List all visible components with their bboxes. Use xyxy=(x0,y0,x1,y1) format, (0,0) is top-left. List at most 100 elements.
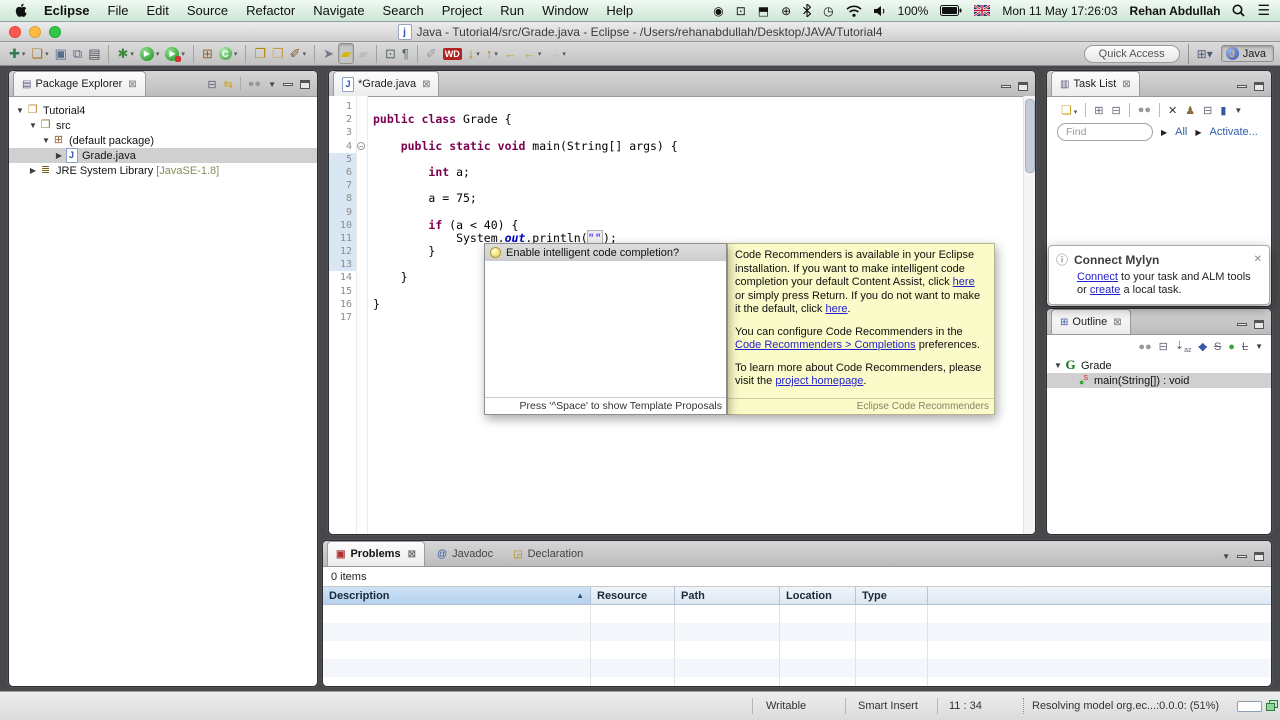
link-code-recommenders-completions[interactable]: Code Recommenders > Completions xyxy=(735,339,916,351)
editor-scrollbar[interactable] xyxy=(1023,96,1035,534)
maximize-editor-icon[interactable] xyxy=(1018,82,1028,91)
view-menu-icon[interactable]: ▼ xyxy=(1255,342,1263,351)
maximize-view-icon[interactable] xyxy=(1254,82,1264,91)
block-selection-button[interactable]: ⊡ xyxy=(383,44,398,63)
link-project-homepage[interactable]: project homepage xyxy=(775,375,863,387)
hide-local-types-icon[interactable]: L xyxy=(1242,341,1248,353)
outline-item-main-string-void[interactable]: ●main(String[]) : void xyxy=(1047,373,1271,388)
hide-fields-icon[interactable]: ◆ xyxy=(1198,340,1206,353)
close-icon[interactable]: ⊠ xyxy=(1113,317,1121,328)
close-icon[interactable]: ⊠ xyxy=(422,79,430,90)
display-icon[interactable]: ⊡ xyxy=(736,4,746,18)
menubar-username[interactable]: Rehan Abdullah xyxy=(1130,4,1221,18)
tab-package-explorer[interactable]: ▤ Package Explorer ⊠ xyxy=(13,71,146,96)
notification-center-icon[interactable]: ☰ xyxy=(1257,2,1270,19)
new-button[interactable]: ✚▾ xyxy=(7,44,27,63)
menu-file[interactable]: File xyxy=(99,0,138,21)
search-button[interactable]: ✐▾ xyxy=(288,44,308,63)
open-perspective-button[interactable]: ⊞▾ xyxy=(1197,47,1213,61)
minimize-window-button[interactable] xyxy=(29,26,41,38)
package-explorer-item-grade-java[interactable]: ▶JGrade.java xyxy=(9,148,317,163)
column-header-location[interactable]: Location xyxy=(780,587,856,604)
save-all-button[interactable]: ⧉ xyxy=(71,44,84,63)
mark-occurrences-button[interactable]: ▰ xyxy=(338,43,354,64)
tab-grade-java[interactable]: J *Grade.java ⊠ xyxy=(333,71,439,96)
close-icon[interactable]: ⊠ xyxy=(408,549,416,560)
outline-item-grade[interactable]: ▼GGrade xyxy=(1047,358,1271,373)
close-icon[interactable]: ⊠ xyxy=(128,79,136,90)
filter-all-link[interactable]: All xyxy=(1175,126,1187,138)
package-explorer-item-default-package[interactable]: ▼⊞(default package) xyxy=(9,133,317,148)
tab-outline[interactable]: ⊞ Outline ⊠ xyxy=(1051,309,1131,334)
synchronize-icon[interactable]: ♟ xyxy=(1185,104,1195,117)
package-explorer-item-src[interactable]: ▼❐src xyxy=(9,118,317,133)
menu-source[interactable]: Source xyxy=(178,0,237,21)
progress-bar[interactable] xyxy=(1237,701,1262,712)
wifi-icon[interactable] xyxy=(846,5,862,17)
open-folder-button[interactable]: ❐ xyxy=(270,44,286,63)
minimize-view-icon[interactable] xyxy=(1237,85,1247,88)
link-connect[interactable]: Connect xyxy=(1077,271,1118,283)
collapse-all-icon[interactable]: ⊟ xyxy=(207,78,216,91)
background-jobs-icon[interactable] xyxy=(1266,700,1278,712)
airplay-icon[interactable]: ⬒ xyxy=(758,4,769,18)
close-window-button[interactable] xyxy=(9,26,21,38)
disclosure-triangle-icon[interactable]: ▼ xyxy=(28,121,38,130)
hide-completed-icon[interactable]: ✕ xyxy=(1168,104,1177,117)
menu-project[interactable]: Project xyxy=(433,0,491,21)
next-annotation-button[interactable]: ↓▾ xyxy=(466,44,482,63)
back-button[interactable]: ←▾ xyxy=(521,44,544,63)
menu-refactor[interactable]: Refactor xyxy=(237,0,304,21)
activate-task-link[interactable]: Activate... xyxy=(1210,126,1258,138)
forward-button[interactable]: →▾ xyxy=(545,44,568,63)
column-header-resource[interactable]: Resource xyxy=(591,587,675,604)
quick-access-button[interactable]: Quick Access xyxy=(1084,45,1180,63)
menu-help[interactable]: Help xyxy=(597,0,642,21)
close-icon[interactable]: ✕ xyxy=(1254,254,1262,265)
collapse-all-icon[interactable]: ⊟ xyxy=(1203,104,1212,117)
spotlight-search-icon[interactable] xyxy=(1232,4,1245,17)
new-java-project-button[interactable]: ❏▾ xyxy=(29,44,50,63)
bluetooth-icon[interactable] xyxy=(803,4,811,17)
scrollbar-thumb[interactable] xyxy=(1025,99,1035,173)
dim-tool-button[interactable]: ▰ xyxy=(356,44,370,63)
open-task-button[interactable]: ❐ xyxy=(252,44,268,63)
record-icon[interactable]: ◉ xyxy=(713,4,723,18)
minimize-view-icon[interactable] xyxy=(1237,555,1247,558)
view-menu-dots-icon[interactable]: ●● xyxy=(248,78,261,90)
column-header-type[interactable]: Type xyxy=(856,587,928,604)
maximize-view-icon[interactable] xyxy=(1254,320,1264,329)
debug-button[interactable]: ✱▾ xyxy=(115,44,135,63)
menu-eclipse[interactable]: Eclipse xyxy=(35,0,99,21)
maximize-view-icon[interactable] xyxy=(1254,552,1264,561)
link-create[interactable]: create xyxy=(1090,284,1121,296)
java-perspective-button[interactable]: J Java xyxy=(1221,45,1274,62)
menubar-clock[interactable]: Mon 11 May 17:26:03 xyxy=(1002,4,1117,18)
tab-javadoc[interactable]: @Javadoc xyxy=(429,542,501,566)
accessibility-icon[interactable]: ⊕ xyxy=(781,4,791,18)
focus-icon[interactable]: ●● xyxy=(1138,104,1151,116)
prev-annotation-button[interactable]: ↑▾ xyxy=(484,44,500,63)
collapse-all-icon[interactable]: ⊟ xyxy=(1159,340,1168,353)
tab-task-list[interactable]: ▥ Task List ⊠ xyxy=(1051,71,1140,96)
spelling-button[interactable]: ✐ xyxy=(424,44,439,63)
new-task-icon[interactable]: ❏▾ xyxy=(1061,103,1077,117)
breadcrumb-button[interactable]: ➤ xyxy=(321,44,336,63)
print-button[interactable]: ▤ xyxy=(86,44,102,63)
maximize-view-icon[interactable] xyxy=(300,80,310,89)
fold-marker-icon[interactable]: − xyxy=(357,142,365,150)
menu-navigate[interactable]: Navigate xyxy=(304,0,373,21)
wordwrap-button[interactable]: WD xyxy=(441,44,464,63)
view-menu-icon[interactable]: ▼ xyxy=(1234,106,1242,115)
task-repositories-icon[interactable]: ▮ xyxy=(1220,104,1226,117)
last-edit-button[interactable]: ← xyxy=(502,44,519,63)
minimize-view-icon[interactable] xyxy=(283,83,293,86)
disclosure-triangle-icon[interactable]: ▼ xyxy=(41,136,51,145)
disclosure-triangle-icon[interactable]: ▼ xyxy=(15,106,25,115)
scheduled-view-icon[interactable]: ⊟ xyxy=(1112,104,1121,117)
run-history-button[interactable]: ▶▾ xyxy=(163,44,187,63)
link-here[interactable]: here xyxy=(953,276,975,288)
package-explorer-item-jre-system-library[interactable]: ▶≣JRE System Library [JavaSE-1.8] xyxy=(9,163,317,178)
menu-window[interactable]: Window xyxy=(533,0,597,21)
hide-non-public-icon[interactable]: ● xyxy=(1228,341,1235,353)
